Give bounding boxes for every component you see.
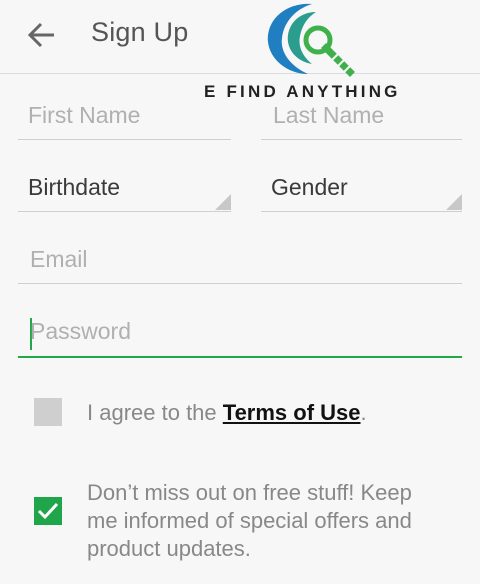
birthdate-select[interactable]: Birthdate bbox=[18, 168, 231, 212]
back-arrow-icon[interactable] bbox=[26, 20, 58, 50]
gender-select[interactable]: Gender bbox=[261, 168, 462, 212]
terms-prefix: I agree to the bbox=[87, 400, 223, 425]
first-name-placeholder: First Name bbox=[28, 102, 141, 128]
dropdown-corner-icon bbox=[215, 194, 231, 210]
birthdate-underline bbox=[18, 211, 231, 212]
first-name-field[interactable]: First Name bbox=[18, 96, 231, 140]
brand-logo: E FIND ANYTHING bbox=[200, 0, 420, 104]
last-name-field[interactable]: Last Name bbox=[261, 96, 462, 140]
terms-text: I agree to the Terms of Use. bbox=[87, 399, 367, 427]
email-placeholder: Email bbox=[30, 246, 88, 272]
birthdate-value: Birthdate bbox=[28, 174, 121, 200]
terms-checkbox[interactable] bbox=[34, 398, 62, 426]
email-underline bbox=[18, 283, 462, 284]
dropdown-corner-icon bbox=[446, 194, 462, 210]
newsletter-text: Don’t miss out on free stuff! Keep me in… bbox=[87, 479, 412, 563]
password-placeholder: Password bbox=[30, 318, 131, 344]
page-title: Sign Up bbox=[91, 17, 189, 47]
checkmark-icon bbox=[37, 502, 59, 520]
first-name-underline bbox=[18, 139, 231, 140]
gender-value: Gender bbox=[271, 174, 348, 200]
newsletter-line-1: Don’t miss out on free stuff! Keep bbox=[87, 480, 412, 505]
email-field[interactable]: Email bbox=[18, 240, 462, 284]
magnifier-logo-icon bbox=[267, 3, 355, 77]
newsletter-line-3: product updates. bbox=[87, 536, 251, 561]
last-name-underline bbox=[261, 139, 462, 140]
newsletter-line-2: me informed of special offers and bbox=[87, 508, 412, 533]
last-name-placeholder: Last Name bbox=[273, 102, 385, 128]
terms-suffix: . bbox=[360, 400, 367, 425]
terms-of-use-link[interactable]: Terms of Use bbox=[223, 400, 361, 425]
password-field[interactable]: Password bbox=[18, 312, 462, 358]
password-underline bbox=[18, 356, 462, 358]
gender-underline bbox=[261, 211, 462, 212]
newsletter-checkbox[interactable] bbox=[34, 497, 62, 525]
